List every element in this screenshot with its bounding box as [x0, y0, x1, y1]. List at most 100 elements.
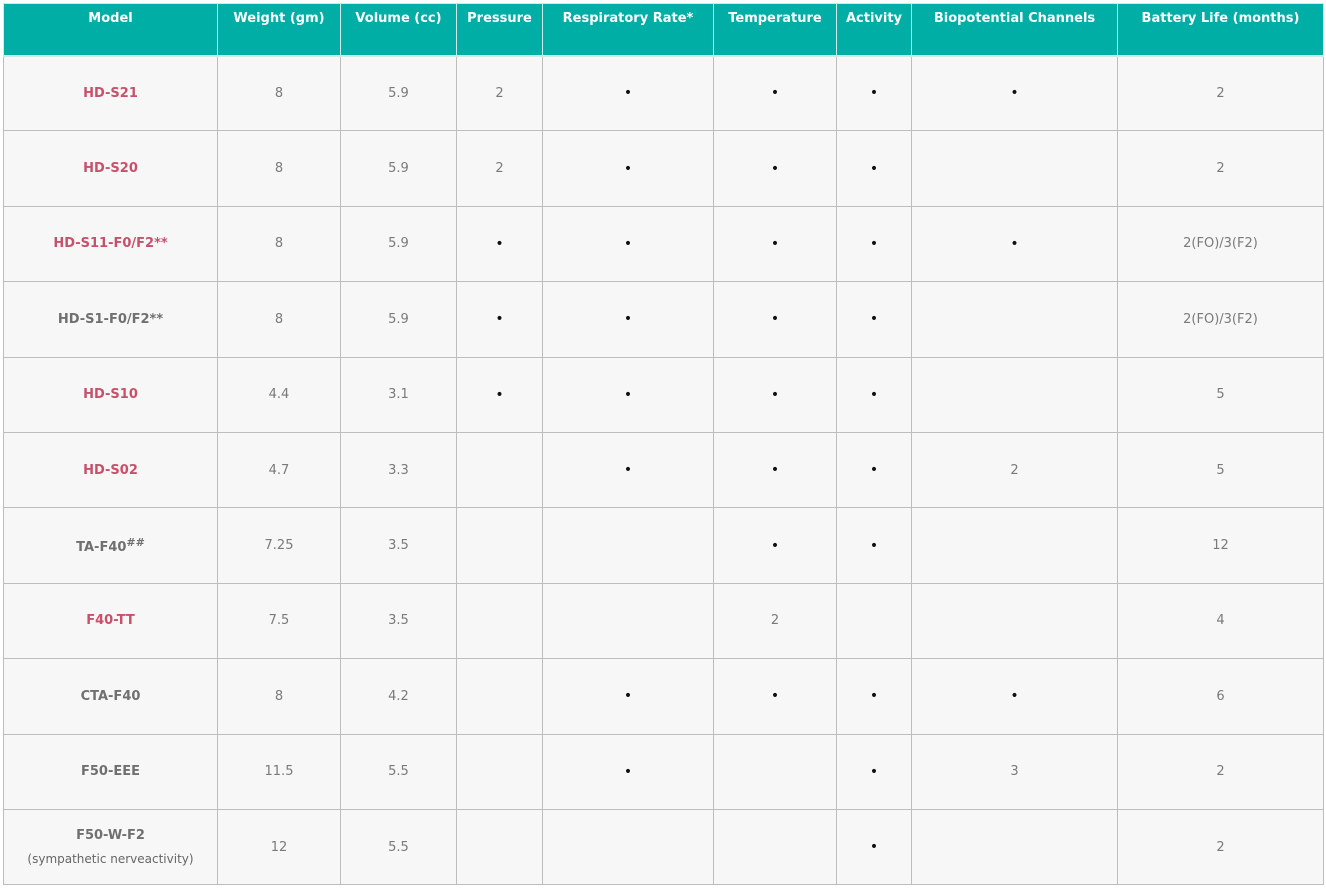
column-header-weight: Weight (gm) — [217, 3, 341, 57]
model-cell[interactable]: HD-S20 — [3, 130, 218, 207]
respiratory-rate-cell: • — [542, 281, 714, 358]
biopotential-cell — [911, 130, 1118, 207]
model-footnote-mark: ## — [126, 536, 145, 550]
battery-life-cell: 2(FO)/3(F2) — [1117, 205, 1324, 283]
model-name: TA-F40 — [76, 540, 127, 556]
activity-cell: • — [836, 658, 912, 735]
activity-cell: • — [836, 507, 912, 584]
pressure-cell: • — [456, 281, 543, 358]
pressure-cell: 2 — [456, 54, 543, 132]
table-row: F50-EEE 11.5 5.5 • • 3 2 — [3, 733, 1324, 810]
model-cell[interactable]: HD-S21 — [3, 54, 218, 132]
volume-cell: 5.9 — [340, 205, 457, 283]
model-link[interactable]: HD-S10 — [83, 387, 138, 402]
weight-cell: 12 — [217, 808, 341, 886]
model-note: (sympathetic nerveactivity) — [27, 852, 194, 867]
table-row: HD-S02 4.7 3.3 • • • 2 5 — [3, 431, 1324, 509]
activity-cell: • — [836, 130, 912, 207]
temperature-cell: • — [713, 356, 837, 433]
biopotential-cell: 2 — [911, 431, 1118, 509]
respiratory-rate-cell: • — [542, 130, 714, 207]
weight-cell: 4.4 — [217, 356, 341, 433]
model-cell: F50-W-F2 (sympathetic nerveactivity) — [3, 808, 218, 886]
column-header-activity: Activity — [836, 3, 912, 57]
respiratory-rate-cell: • — [542, 356, 714, 433]
model-name: F50-EEE — [80, 764, 140, 780]
biopotential-cell — [911, 808, 1118, 886]
respiratory-rate-cell — [542, 507, 714, 584]
pressure-cell: • — [456, 356, 543, 433]
respiratory-rate-cell — [542, 808, 714, 886]
header-row: Model Weight (gm) Volume (cc) Pressure R… — [3, 3, 1324, 57]
battery-life-cell: 2 — [1117, 808, 1324, 886]
weight-cell: 4.7 — [217, 431, 341, 509]
pressure-cell: 2 — [456, 130, 543, 207]
biopotential-cell — [911, 281, 1118, 358]
volume-cell: 5.9 — [340, 54, 457, 132]
model-link[interactable]: F40-TT — [86, 613, 135, 628]
model-cell[interactable]: HD-S02 — [3, 431, 218, 509]
pressure-cell — [456, 507, 543, 584]
respiratory-rate-cell: • — [542, 205, 714, 283]
respiratory-rate-cell — [542, 582, 714, 660]
weight-cell: 8 — [217, 54, 341, 132]
volume-cell: 5.9 — [340, 130, 457, 207]
model-name: HD-S1-F0/F2** — [57, 311, 164, 327]
model-link[interactable]: HD-S20 — [83, 161, 138, 176]
battery-life-cell: 4 — [1117, 582, 1324, 660]
temperature-cell: • — [713, 658, 837, 735]
table-row: CTA-F40 8 4.2 • • • • 6 — [3, 658, 1324, 735]
pressure-cell — [456, 431, 543, 509]
table-row: HD-S10 4.4 3.1 • • • • 5 — [3, 356, 1324, 433]
model-link[interactable]: HD-S02 — [83, 463, 138, 478]
model-name: F50-W-F2 — [76, 828, 145, 844]
table-header: Model Weight (gm) Volume (cc) Pressure R… — [3, 3, 1324, 57]
table-row: HD-S1-F0/F2** 8 5.9 • • • • 2(FO)/3(F2) — [3, 281, 1324, 358]
table-row: HD-S21 8 5.9 2 • • • • 2 — [3, 54, 1324, 132]
telemetry-spec-table: Model Weight (gm) Volume (cc) Pressure R… — [3, 3, 1324, 886]
activity-cell: • — [836, 281, 912, 358]
model-cell: HD-S1-F0/F2** — [3, 281, 218, 358]
respiratory-rate-cell: • — [542, 54, 714, 132]
column-header-volume: Volume (cc) — [340, 3, 457, 57]
pressure-cell — [456, 808, 543, 886]
weight-cell: 8 — [217, 658, 341, 735]
battery-life-cell: 2(FO)/3(F2) — [1117, 281, 1324, 358]
biopotential-cell: • — [911, 205, 1118, 283]
column-header-respiratory-rate: Respiratory Rate* — [542, 3, 714, 57]
respiratory-rate-cell: • — [542, 733, 714, 810]
battery-life-cell: 12 — [1117, 507, 1324, 584]
temperature-cell: • — [713, 431, 837, 509]
weight-cell: 8 — [217, 281, 341, 358]
model-cell: CTA-F40 — [3, 658, 218, 735]
column-header-battery-life: Battery Life (months) — [1117, 3, 1324, 57]
biopotential-cell: • — [911, 54, 1118, 132]
respiratory-rate-cell: • — [542, 658, 714, 735]
model-link[interactable]: HD-S21 — [83, 86, 138, 101]
table-row: F50-W-F2 (sympathetic nerveactivity) 12 5.5… — [3, 808, 1324, 886]
pressure-cell — [456, 582, 543, 660]
table-row: TA-F40## 7.25 3.5 • • 12 — [3, 507, 1324, 584]
activity-cell: • — [836, 733, 912, 810]
activity-cell — [836, 582, 912, 660]
biopotential-cell — [911, 507, 1118, 584]
pressure-cell: • — [456, 205, 543, 283]
battery-life-cell: 5 — [1117, 431, 1324, 509]
temperature-cell: • — [713, 54, 837, 132]
model-cell[interactable]: HD-S10 — [3, 356, 218, 433]
temperature-cell: 2 — [713, 582, 837, 660]
model-link[interactable]: HD-S11-F0/F2** — [53, 236, 167, 251]
biopotential-cell: • — [911, 658, 1118, 735]
biopotential-cell — [911, 582, 1118, 660]
activity-cell: • — [836, 54, 912, 132]
model-cell[interactable]: HD-S11-F0/F2** — [3, 205, 218, 283]
weight-cell: 8 — [217, 130, 341, 207]
temperature-cell — [713, 808, 837, 886]
volume-cell: 5.5 — [340, 733, 457, 810]
volume-cell: 5.9 — [340, 281, 457, 358]
model-cell[interactable]: F40-TT — [3, 582, 218, 660]
battery-life-cell: 2 — [1117, 54, 1324, 132]
temperature-cell: • — [713, 205, 837, 283]
weight-cell: 8 — [217, 205, 341, 283]
weight-cell: 7.5 — [217, 582, 341, 660]
